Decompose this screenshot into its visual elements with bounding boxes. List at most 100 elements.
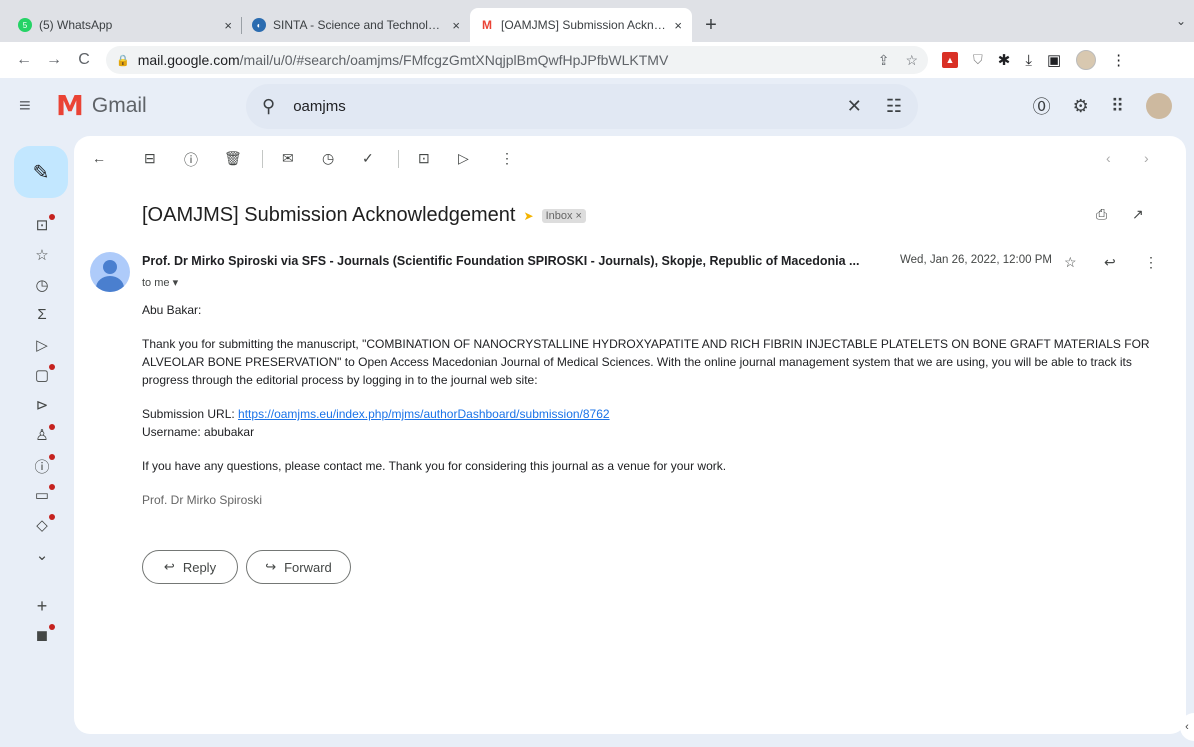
search-input[interactable]: oamjms [293, 98, 346, 115]
browser-menu-icon[interactable]: ⋮ [1111, 51, 1126, 69]
reply-button[interactable]: ↩ Reply [142, 550, 238, 584]
clear-search-icon[interactable]: ✕ [847, 96, 862, 117]
forward-arrow-icon: ↪ [265, 559, 277, 574]
side-panel-icon[interactable]: ▣ [1047, 51, 1061, 69]
unread-dot [49, 484, 55, 490]
header-actions: ⓪ ⚙ ⠿ [1033, 93, 1172, 119]
promotions-tag-icon[interactable]: ◇ [33, 514, 55, 534]
submission-label: Submission URL: [142, 407, 239, 421]
more-chevron-icon[interactable]: ⌄ [33, 546, 51, 564]
archive-icon[interactable]: ⊟ [144, 150, 156, 167]
url-field[interactable]: 🔒 mail.google.com /mail/u/0/#search/oamj… [106, 46, 928, 74]
gmail-logo[interactable]: M Gmail [56, 92, 147, 120]
inbox-icon[interactable]: ⊡ [33, 214, 55, 234]
open-new-window-icon[interactable]: ↗ [1132, 206, 1144, 223]
unread-dot [49, 364, 55, 370]
important-icon[interactable]: Σ [33, 306, 51, 323]
report-spam-icon[interactable]: ⓘ [184, 150, 198, 170]
unread-dot [49, 214, 55, 220]
forums-icon[interactable]: ▭ [33, 484, 55, 504]
apps-grid-icon[interactable]: ⠿ [1111, 96, 1124, 117]
gmail-icon: M [482, 18, 492, 32]
colored-label-icon[interactable]: ◼ [33, 624, 55, 644]
bookmark-star-icon[interactable]: ☆ [905, 52, 918, 69]
label-icon[interactable]: ⊳ [33, 396, 51, 414]
add-task-icon[interactable]: ✓ [362, 150, 374, 167]
back-to-list-icon[interactable]: ← [92, 150, 106, 166]
closing-text: If you have any questions, please contac… [142, 459, 727, 473]
starred-icon[interactable]: ☆ [33, 246, 51, 264]
newer-chevron-icon[interactable]: ‹ [1106, 150, 1111, 166]
unread-dot [49, 454, 55, 460]
sender-avatar [90, 252, 130, 292]
back-icon[interactable]: ← [12, 51, 36, 69]
download-icon[interactable]: ⤓ [1025, 52, 1032, 69]
print-icon[interactable]: ⎙ [1096, 206, 1107, 223]
submission-line: Submission URL: https://oamjms.eu/index.… [142, 405, 1172, 423]
shield-extension-icon[interactable]: ⛉ [973, 52, 983, 68]
tab-title: SINTA - Science and Technology [273, 18, 446, 32]
reply-arrow-icon: ↩ [163, 559, 175, 574]
snoozed-clock-icon[interactable]: ◷ [33, 276, 51, 294]
unread-dot [49, 514, 55, 520]
url-host: mail.google.com [137, 52, 240, 68]
new-tab-button[interactable]: + [696, 8, 726, 42]
reply-icon[interactable]: ↩ [1104, 254, 1116, 271]
close-tab-icon[interactable]: × [224, 18, 232, 33]
forward-icon[interactable]: → [42, 51, 66, 69]
tab-title: (5) WhatsApp [39, 18, 113, 32]
puzzle-extensions-icon[interactable]: ✱ [998, 51, 1011, 69]
greeting-text: Abu Bakar: [142, 303, 202, 317]
submission-link[interactable]: https://oamjms.eu/index.php/mjms/authorD… [238, 407, 610, 421]
profile-avatar[interactable] [1076, 50, 1097, 70]
avatar-head-shape [103, 260, 117, 274]
move-to-icon[interactable]: ⊡ [418, 150, 430, 167]
labels-icon[interactable]: ▷ [458, 150, 469, 167]
more-options-icon[interactable]: ⋮ [500, 150, 514, 167]
sender-name[interactable]: Prof. Dr Mirko Spiroski via SFS - Journa… [142, 254, 882, 268]
gmail-m-icon: M [56, 89, 84, 122]
mark-unread-icon[interactable]: ✉ [282, 150, 294, 167]
tab-search-icon[interactable]: ⌄ [1176, 14, 1186, 28]
reload-icon[interactable]: C [72, 51, 96, 69]
extension-red-icon[interactable]: ▲ [942, 52, 958, 68]
help-icon[interactable]: ⓪ [1033, 93, 1051, 119]
tab-whatsapp[interactable]: 5 (5) WhatsApp × [8, 8, 242, 42]
sent-icon[interactable]: ▷ [33, 336, 51, 354]
older-chevron-icon[interactable]: › [1144, 150, 1149, 166]
browser-tab-bar: 5 (5) WhatsApp × ◐ SINTA - Science and T… [0, 0, 1194, 42]
hamburger-menu-icon[interactable]: ≡ [19, 95, 39, 118]
tab-gmail-active[interactable]: M [OAMJMS] Submission Acknowledgement × [470, 8, 692, 42]
drafts-icon[interactable]: ▢ [33, 364, 55, 384]
compose-button[interactable]: ✎ [14, 146, 68, 198]
account-avatar[interactable] [1146, 93, 1172, 119]
email-body: Abu Bakar: Thank you for submitting the … [142, 301, 1172, 525]
delete-trash-icon[interactable]: 🗑 [224, 150, 242, 167]
share-icon[interactable]: ⇪ [878, 52, 890, 69]
add-label-icon[interactable]: + [33, 596, 51, 617]
pencil-icon: ✎ [32, 161, 50, 184]
updates-icon[interactable]: ⓘ [33, 454, 55, 477]
tab-sinta[interactable]: ◐ SINTA - Science and Technology × [242, 8, 470, 42]
snooze-icon[interactable]: ◷ [322, 150, 334, 167]
mail-search-bar[interactable]: ⚲ oamjms ✕ ☷ [246, 84, 918, 129]
recipients-toggle[interactable]: to me ▾ [142, 276, 178, 289]
left-nav-rail: ✎ ⊡ ☆ ◷ Σ ▷ ▢ ⊳ ♙ ⓘ ▭ ◇ ⌄ + ◼ [0, 134, 74, 747]
message-panel: ← ⊟ ⓘ 🗑 ✉ ◷ ✓ ⊡ ▷ ⋮ ‹ › [OAMJMS] Submiss… [74, 136, 1186, 734]
inbox-label-chip[interactable]: Inbox × [541, 208, 586, 223]
message-more-icon[interactable]: ⋮ [1144, 254, 1158, 271]
importance-marker-icon[interactable]: ➤ [524, 209, 534, 223]
search-icon[interactable]: ⚲ [262, 96, 275, 117]
search-options-icon[interactable]: ☷ [886, 96, 902, 117]
username-line: Username: abubakar [142, 425, 255, 439]
star-icon[interactable]: ☆ [1064, 254, 1077, 271]
forward-button[interactable]: ↪ Forward [246, 550, 351, 584]
url-path: /mail/u/0/#search/oamjms/FMfcgzGmtXNqjpl… [239, 52, 669, 68]
forward-label: Forward [284, 559, 332, 575]
close-tab-icon[interactable]: × [674, 18, 682, 33]
whatsapp-icon: 5 [18, 18, 32, 32]
settings-gear-icon[interactable]: ⚙ [1073, 96, 1089, 117]
lock-icon: 🔒 [116, 54, 130, 67]
close-tab-icon[interactable]: × [452, 18, 460, 33]
social-icon[interactable]: ♙ [33, 424, 55, 444]
